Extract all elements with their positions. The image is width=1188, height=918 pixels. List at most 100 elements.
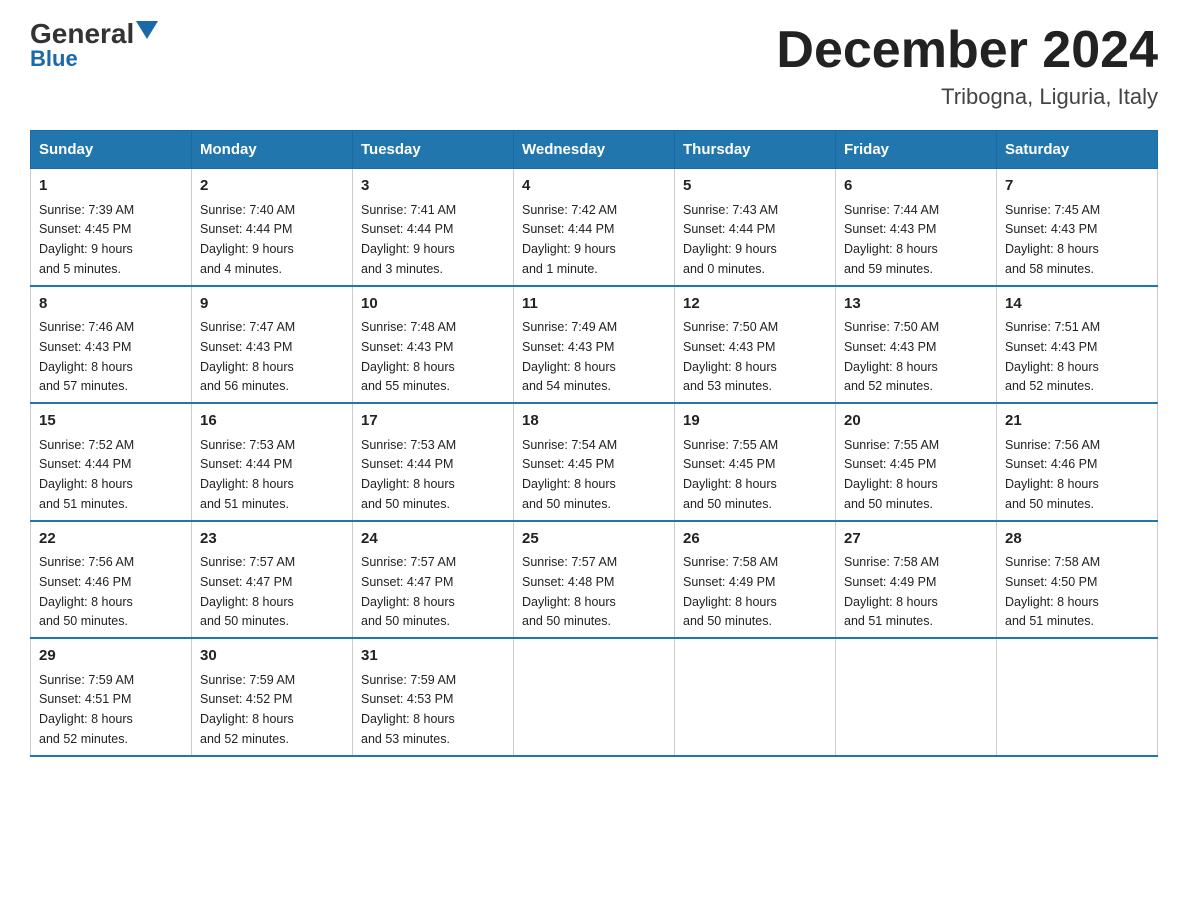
calendar-cell: 25 Sunrise: 7:57 AMSunset: 4:48 PMDaylig…	[514, 521, 675, 639]
calendar-cell: 24 Sunrise: 7:57 AMSunset: 4:47 PMDaylig…	[353, 521, 514, 639]
day-info: Sunrise: 7:46 AMSunset: 4:43 PMDaylight:…	[39, 320, 134, 393]
logo-blue: Blue	[30, 46, 78, 72]
calendar-week-row: 1 Sunrise: 7:39 AMSunset: 4:45 PMDayligh…	[31, 169, 1158, 286]
logo-general: General	[30, 20, 134, 48]
day-number: 12	[683, 293, 827, 316]
calendar-cell: 18 Sunrise: 7:54 AMSunset: 4:45 PMDaylig…	[514, 403, 675, 521]
day-number: 19	[683, 410, 827, 433]
day-info: Sunrise: 7:45 AMSunset: 4:43 PMDaylight:…	[1005, 203, 1100, 276]
day-number: 8	[39, 293, 183, 316]
day-number: 4	[522, 175, 666, 198]
day-info: Sunrise: 7:50 AMSunset: 4:43 PMDaylight:…	[683, 320, 778, 393]
day-number: 21	[1005, 410, 1149, 433]
calendar-cell	[997, 638, 1158, 756]
day-number: 10	[361, 293, 505, 316]
day-info: Sunrise: 7:43 AMSunset: 4:44 PMDaylight:…	[683, 203, 778, 276]
day-info: Sunrise: 7:54 AMSunset: 4:45 PMDaylight:…	[522, 438, 617, 511]
calendar-cell	[836, 638, 997, 756]
calendar-cell: 22 Sunrise: 7:56 AMSunset: 4:46 PMDaylig…	[31, 521, 192, 639]
calendar-cell: 21 Sunrise: 7:56 AMSunset: 4:46 PMDaylig…	[997, 403, 1158, 521]
day-number: 18	[522, 410, 666, 433]
page-subtitle: Tribogna, Liguria, Italy	[776, 84, 1158, 110]
day-info: Sunrise: 7:56 AMSunset: 4:46 PMDaylight:…	[39, 555, 134, 628]
day-number: 26	[683, 528, 827, 551]
weekday-header: Wednesday	[514, 131, 675, 169]
day-number: 20	[844, 410, 988, 433]
calendar-cell	[514, 638, 675, 756]
calendar-cell: 3 Sunrise: 7:41 AMSunset: 4:44 PMDayligh…	[353, 169, 514, 286]
calendar-cell: 5 Sunrise: 7:43 AMSunset: 4:44 PMDayligh…	[675, 169, 836, 286]
calendar-cell: 19 Sunrise: 7:55 AMSunset: 4:45 PMDaylig…	[675, 403, 836, 521]
calendar-cell: 12 Sunrise: 7:50 AMSunset: 4:43 PMDaylig…	[675, 286, 836, 404]
calendar-cell: 11 Sunrise: 7:49 AMSunset: 4:43 PMDaylig…	[514, 286, 675, 404]
day-number: 31	[361, 645, 505, 668]
day-info: Sunrise: 7:57 AMSunset: 4:47 PMDaylight:…	[200, 555, 295, 628]
day-info: Sunrise: 7:58 AMSunset: 4:49 PMDaylight:…	[844, 555, 939, 628]
day-info: Sunrise: 7:49 AMSunset: 4:43 PMDaylight:…	[522, 320, 617, 393]
day-number: 22	[39, 528, 183, 551]
calendar-cell: 17 Sunrise: 7:53 AMSunset: 4:44 PMDaylig…	[353, 403, 514, 521]
weekday-header: Thursday	[675, 131, 836, 169]
day-info: Sunrise: 7:39 AMSunset: 4:45 PMDaylight:…	[39, 203, 134, 276]
calendar-cell: 1 Sunrise: 7:39 AMSunset: 4:45 PMDayligh…	[31, 169, 192, 286]
day-info: Sunrise: 7:41 AMSunset: 4:44 PMDaylight:…	[361, 203, 456, 276]
day-info: Sunrise: 7:50 AMSunset: 4:43 PMDaylight:…	[844, 320, 939, 393]
day-number: 13	[844, 293, 988, 316]
day-info: Sunrise: 7:42 AMSunset: 4:44 PMDaylight:…	[522, 203, 617, 276]
page-header: General Blue December 2024 Tribogna, Lig…	[30, 20, 1158, 110]
weekday-header: Friday	[836, 131, 997, 169]
calendar-cell: 2 Sunrise: 7:40 AMSunset: 4:44 PMDayligh…	[192, 169, 353, 286]
title-block: December 2024 Tribogna, Liguria, Italy	[776, 20, 1158, 110]
calendar-table: SundayMondayTuesdayWednesdayThursdayFrid…	[30, 130, 1158, 757]
day-number: 25	[522, 528, 666, 551]
day-info: Sunrise: 7:59 AMSunset: 4:51 PMDaylight:…	[39, 673, 134, 746]
day-number: 24	[361, 528, 505, 551]
day-number: 16	[200, 410, 344, 433]
day-info: Sunrise: 7:52 AMSunset: 4:44 PMDaylight:…	[39, 438, 134, 511]
day-number: 7	[1005, 175, 1149, 198]
calendar-cell: 16 Sunrise: 7:53 AMSunset: 4:44 PMDaylig…	[192, 403, 353, 521]
page-title: December 2024	[776, 20, 1158, 80]
day-number: 30	[200, 645, 344, 668]
day-info: Sunrise: 7:55 AMSunset: 4:45 PMDaylight:…	[683, 438, 778, 511]
weekday-header: Monday	[192, 131, 353, 169]
day-number: 11	[522, 293, 666, 316]
day-info: Sunrise: 7:59 AMSunset: 4:53 PMDaylight:…	[361, 673, 456, 746]
day-info: Sunrise: 7:44 AMSunset: 4:43 PMDaylight:…	[844, 203, 939, 276]
day-number: 6	[844, 175, 988, 198]
day-info: Sunrise: 7:53 AMSunset: 4:44 PMDaylight:…	[200, 438, 295, 511]
weekday-header: Saturday	[997, 131, 1158, 169]
calendar-cell: 9 Sunrise: 7:47 AMSunset: 4:43 PMDayligh…	[192, 286, 353, 404]
day-info: Sunrise: 7:47 AMSunset: 4:43 PMDaylight:…	[200, 320, 295, 393]
logo: General Blue	[30, 20, 158, 72]
day-info: Sunrise: 7:53 AMSunset: 4:44 PMDaylight:…	[361, 438, 456, 511]
day-number: 28	[1005, 528, 1149, 551]
calendar-cell: 7 Sunrise: 7:45 AMSunset: 4:43 PMDayligh…	[997, 169, 1158, 286]
calendar-cell: 26 Sunrise: 7:58 AMSunset: 4:49 PMDaylig…	[675, 521, 836, 639]
weekday-header: Tuesday	[353, 131, 514, 169]
day-info: Sunrise: 7:51 AMSunset: 4:43 PMDaylight:…	[1005, 320, 1100, 393]
day-number: 5	[683, 175, 827, 198]
calendar-cell: 6 Sunrise: 7:44 AMSunset: 4:43 PMDayligh…	[836, 169, 997, 286]
calendar-week-row: 8 Sunrise: 7:46 AMSunset: 4:43 PMDayligh…	[31, 286, 1158, 404]
weekday-header: Sunday	[31, 131, 192, 169]
calendar-cell	[675, 638, 836, 756]
calendar-cell: 8 Sunrise: 7:46 AMSunset: 4:43 PMDayligh…	[31, 286, 192, 404]
day-info: Sunrise: 7:57 AMSunset: 4:48 PMDaylight:…	[522, 555, 617, 628]
calendar-cell: 4 Sunrise: 7:42 AMSunset: 4:44 PMDayligh…	[514, 169, 675, 286]
calendar-cell: 10 Sunrise: 7:48 AMSunset: 4:43 PMDaylig…	[353, 286, 514, 404]
calendar-cell: 29 Sunrise: 7:59 AMSunset: 4:51 PMDaylig…	[31, 638, 192, 756]
calendar-week-row: 29 Sunrise: 7:59 AMSunset: 4:51 PMDaylig…	[31, 638, 1158, 756]
day-number: 17	[361, 410, 505, 433]
day-info: Sunrise: 7:40 AMSunset: 4:44 PMDaylight:…	[200, 203, 295, 276]
day-info: Sunrise: 7:57 AMSunset: 4:47 PMDaylight:…	[361, 555, 456, 628]
day-info: Sunrise: 7:55 AMSunset: 4:45 PMDaylight:…	[844, 438, 939, 511]
weekday-header-row: SundayMondayTuesdayWednesdayThursdayFrid…	[31, 131, 1158, 169]
day-number: 23	[200, 528, 344, 551]
calendar-cell: 15 Sunrise: 7:52 AMSunset: 4:44 PMDaylig…	[31, 403, 192, 521]
calendar-cell: 23 Sunrise: 7:57 AMSunset: 4:47 PMDaylig…	[192, 521, 353, 639]
day-number: 3	[361, 175, 505, 198]
day-number: 9	[200, 293, 344, 316]
calendar-cell: 31 Sunrise: 7:59 AMSunset: 4:53 PMDaylig…	[353, 638, 514, 756]
calendar-week-row: 22 Sunrise: 7:56 AMSunset: 4:46 PMDaylig…	[31, 521, 1158, 639]
